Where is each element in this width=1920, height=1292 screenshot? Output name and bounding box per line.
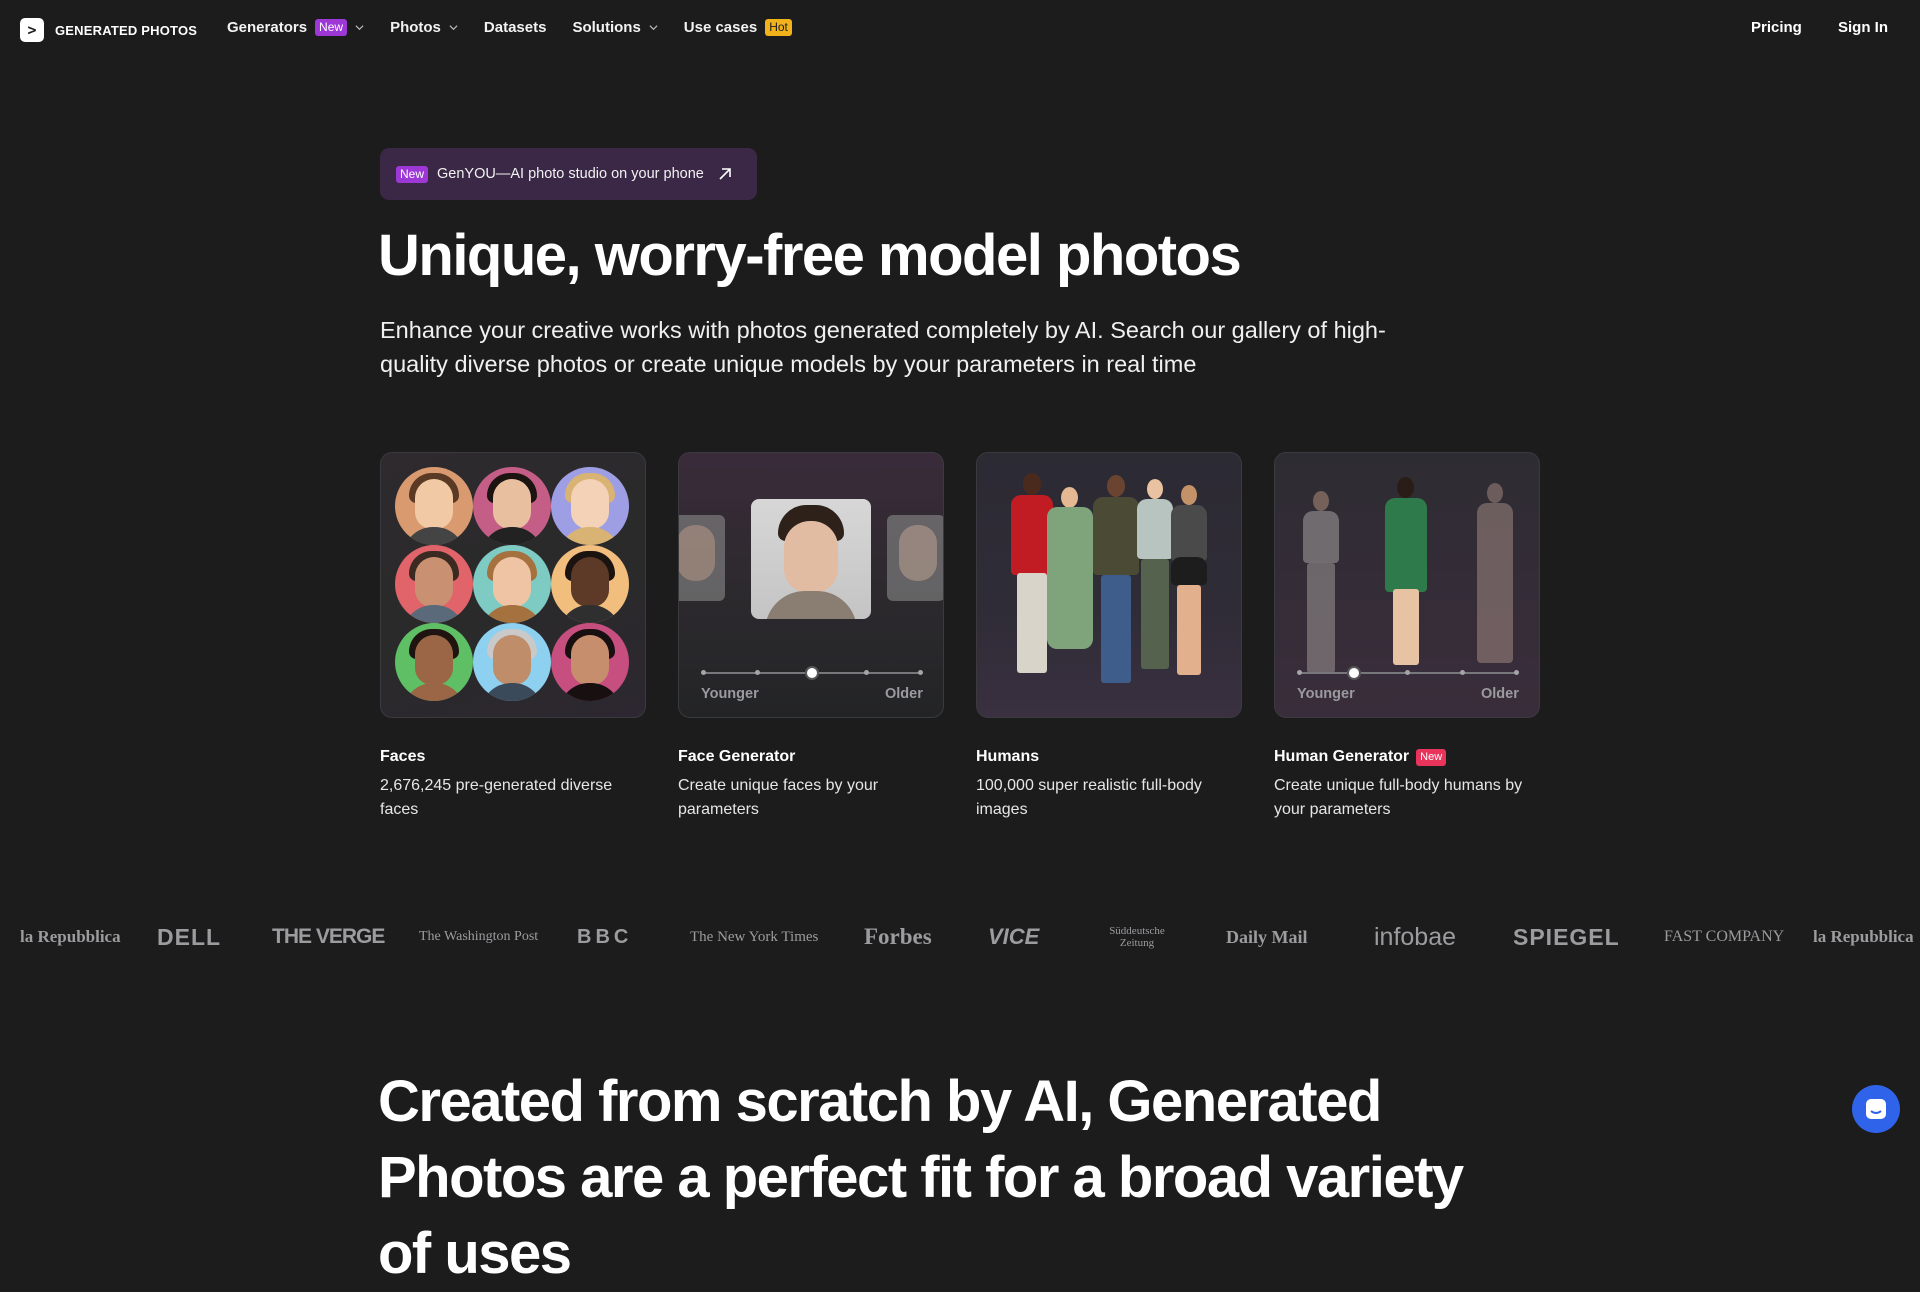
press-logo: The New York Times — [690, 928, 819, 945]
arrow-up-right-icon — [719, 168, 731, 180]
humans-title-text: Humans — [976, 748, 1040, 765]
section-title: Created from scratch by AI, Generated Ph… — [378, 1069, 1464, 1286]
slider-younger-label: Younger — [701, 686, 759, 702]
humans-thumbnail — [976, 452, 1242, 718]
face-generator-thumbnail: Younger Older — [678, 452, 944, 718]
press-logo: Forbes — [864, 924, 932, 949]
nav-solutions-label: Solutions — [572, 19, 641, 36]
face-preview-right — [887, 515, 943, 601]
press-logo: la Repubblica — [20, 927, 121, 946]
face-generator-description: Create unique faces by your parameters — [678, 777, 879, 818]
nav-solutions[interactable]: Solutions — [572, 19, 658, 36]
main-menu: Generators New Photos Datasets Solutions… — [227, 19, 818, 36]
hot-badge: Hot — [765, 19, 792, 36]
top-nav: > GENERATED PHOTOS Generators New Photos… — [0, 0, 1920, 60]
human-generator-description: Create unique full-body humans by your p… — [1274, 777, 1523, 818]
nav-use-cases[interactable]: Use cases Hot — [684, 19, 792, 36]
nav-use-cases-label: Use cases — [683, 19, 758, 36]
nav-datasets[interactable]: Datasets — [484, 19, 547, 36]
age-slider-knob[interactable] — [1347, 666, 1361, 680]
page-title: Unique, worry-free model photos — [378, 223, 1242, 288]
new-badge: New — [1416, 748, 1447, 766]
press-logo: DELL — [157, 923, 222, 950]
chevron-down-icon — [649, 25, 658, 31]
new-badge: New — [315, 19, 348, 36]
promo-text: GenYOU—AI photo studio on your phone — [437, 166, 704, 182]
slider-younger-label: Younger — [1297, 686, 1355, 702]
faces-thumbnail — [380, 452, 646, 718]
site-logo[interactable]: > GENERATED PHOTOS — [20, 18, 197, 42]
chevron-down-icon — [449, 25, 458, 31]
nav-generators[interactable]: Generators New — [227, 19, 364, 36]
sign-in-link[interactable]: Sign In — [1838, 19, 1888, 36]
press-logo: SPIEGEL — [1513, 923, 1620, 950]
slider-older-label: Older — [885, 686, 923, 702]
chevron-down-icon — [355, 25, 364, 31]
face-generator-title: Face Generator — [678, 748, 944, 766]
nav-photos[interactable]: Photos — [390, 19, 458, 36]
face-preview — [751, 499, 871, 619]
genyou-promo-banner[interactable]: New GenYOU—AI photo studio on your phone — [380, 148, 757, 200]
chat-icon — [1866, 1099, 1886, 1119]
faces-title: Faces — [380, 748, 646, 766]
logo-icon: > — [20, 18, 44, 42]
slider-older-label: Older — [1481, 686, 1519, 702]
chat-button[interactable] — [1852, 1085, 1900, 1133]
humans-card[interactable]: Humans 100,000 super realistic full-body… — [976, 452, 1242, 822]
humans-title: Humans — [976, 748, 1242, 766]
press-logo: THE VERGE — [272, 925, 385, 948]
faces-card[interactable]: Faces 2,676,245 pre-generated diverse fa… — [380, 452, 646, 822]
press-logos: la Repubblica DELL THE VERGE The Washing… — [0, 920, 1920, 954]
humans-description: 100,000 super realistic full-body images — [976, 777, 1202, 818]
promo-new-badge: New — [396, 165, 429, 183]
press-logo: Süddeutsche Zeitung — [1109, 925, 1165, 949]
press-logo: VICE — [988, 924, 1040, 949]
hero-subtitle: Enhance your creative works with photos … — [380, 317, 1386, 377]
nav-generators-label: Generators — [227, 19, 308, 36]
face-preview-left — [679, 515, 725, 601]
nav-photos-label: Photos — [390, 19, 441, 36]
age-slider-knob[interactable] — [805, 666, 819, 680]
press-logo: FAST COMPANY — [1664, 928, 1785, 945]
logo-text: GENERATED PHOTOS — [55, 22, 198, 38]
press-logo: infobae — [1374, 922, 1457, 951]
nav-datasets-label: Datasets — [483, 19, 547, 36]
faces-description: 2,676,245 pre-generated diverse faces — [380, 777, 613, 818]
press-logo: la Repubblica — [1813, 927, 1914, 946]
human-generator-card[interactable]: Younger Older Human Generator New Create… — [1274, 452, 1540, 822]
human-generator-thumbnail: Younger Older — [1274, 452, 1540, 718]
face-generator-card[interactable]: Younger Older Face Generator Create uniq… — [678, 452, 944, 822]
human-generator-title-text: Human Generator — [1274, 748, 1410, 765]
nav-pricing[interactable]: Pricing — [1751, 19, 1802, 36]
face-generator-title-text: Face Generator — [678, 748, 796, 765]
faces-title-text: Faces — [380, 748, 426, 765]
human-generator-title: Human Generator New — [1274, 748, 1540, 766]
press-logo: BBC — [577, 925, 633, 948]
press-logo: Daily Mail — [1226, 926, 1308, 947]
press-logo: The Washington Post — [419, 929, 539, 944]
